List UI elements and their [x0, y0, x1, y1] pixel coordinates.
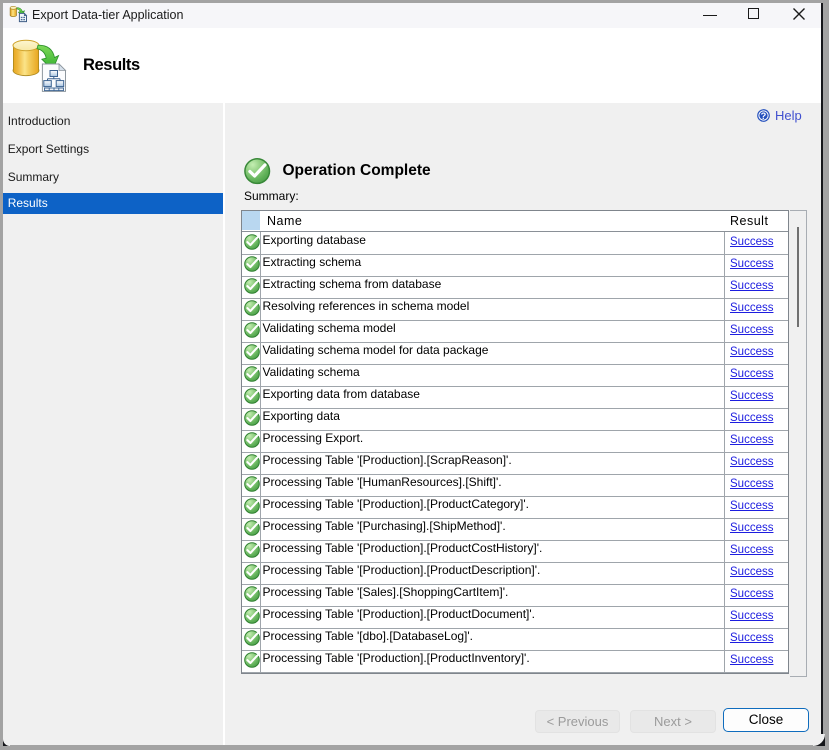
svg-text:?: ? — [761, 111, 767, 121]
